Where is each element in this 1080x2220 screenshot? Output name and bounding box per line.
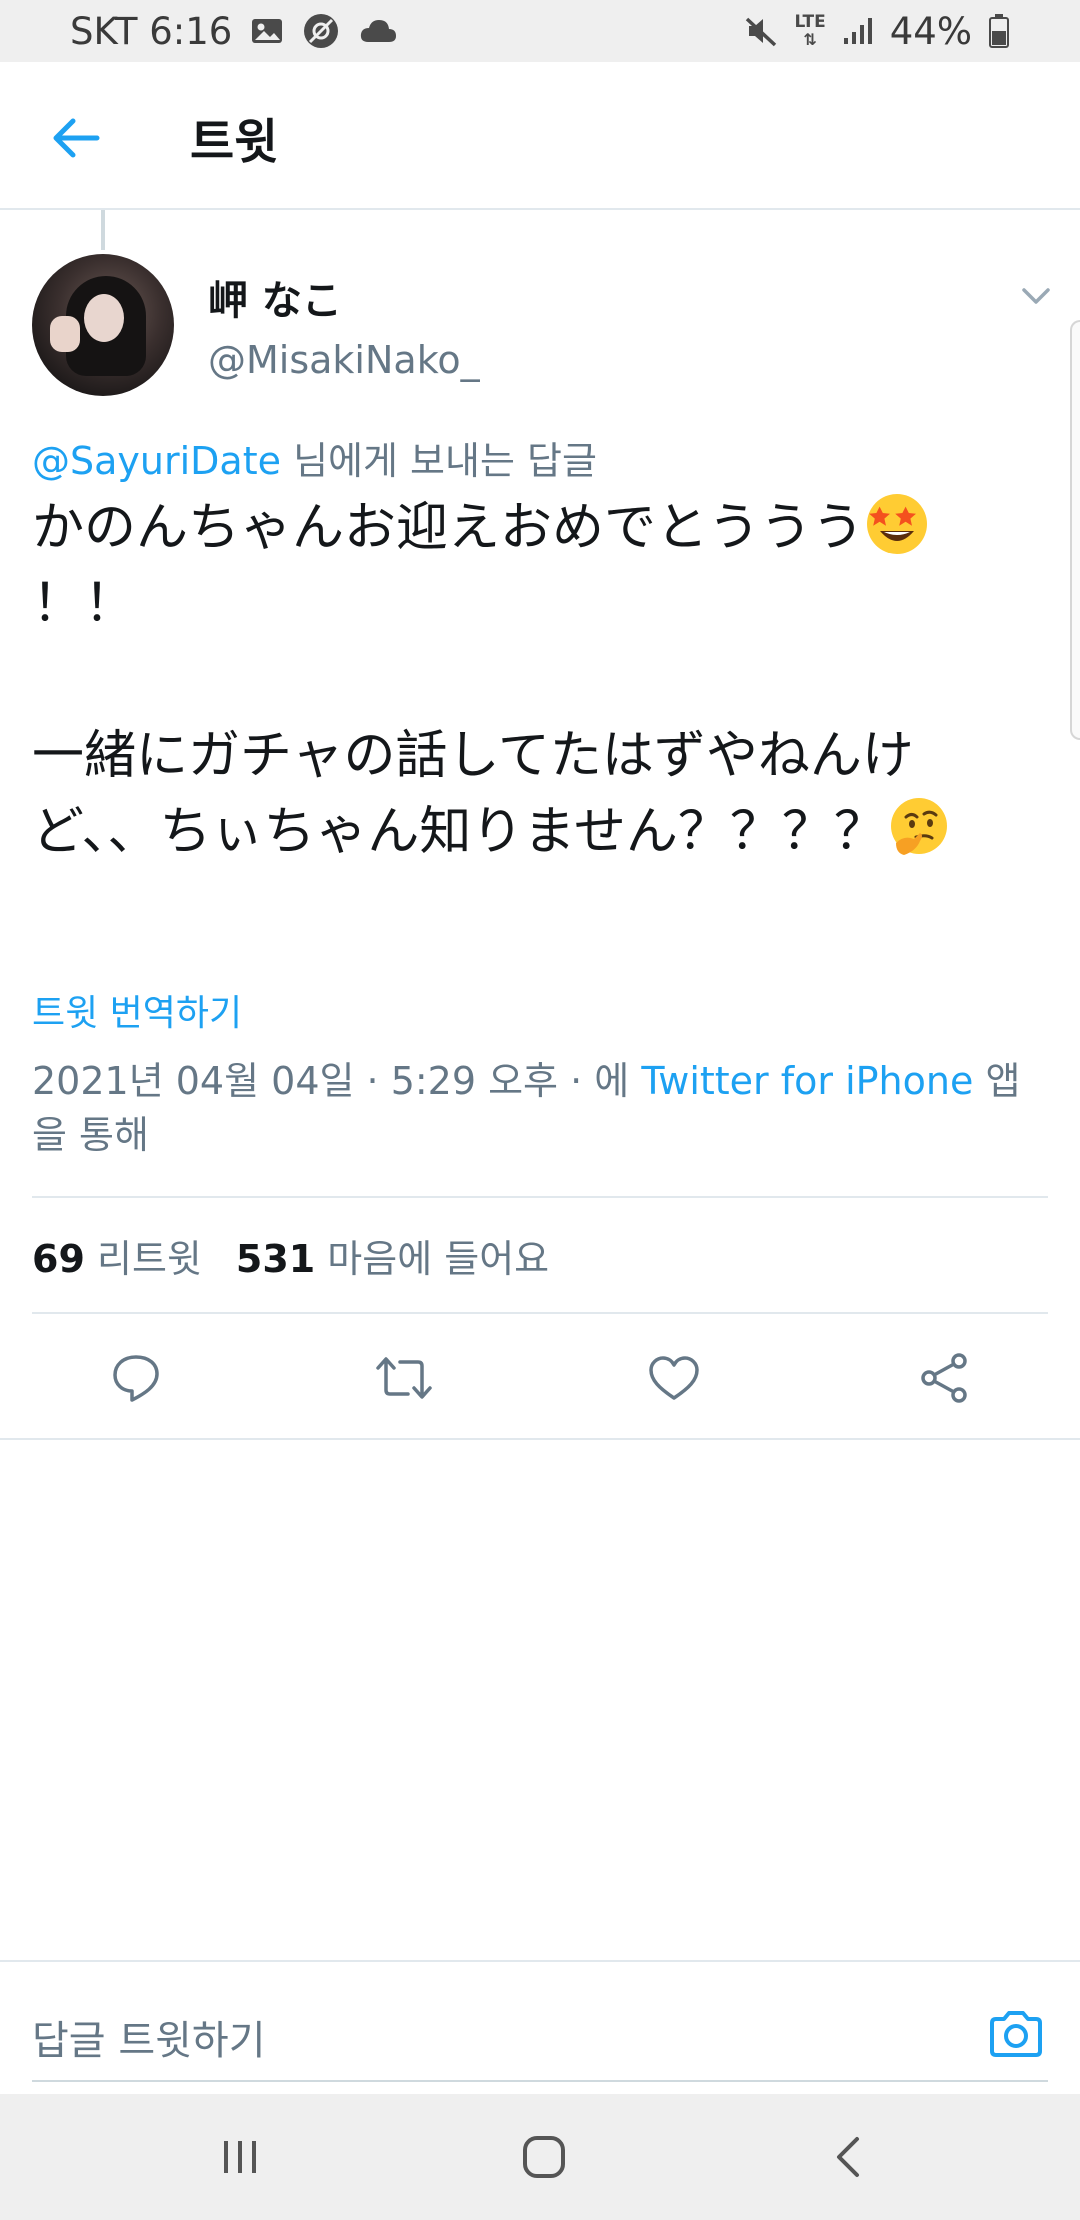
mute-icon <box>743 13 779 49</box>
avatar[interactable] <box>32 254 174 396</box>
home-button[interactable] <box>514 2132 574 2182</box>
like-stat[interactable]: 531 마음에 들어요 <box>236 1228 549 1283</box>
tweet-text-line1: かのんちゃんお迎えおめでとううう <box>32 498 865 558</box>
camera-icon <box>990 2011 1042 2057</box>
network-label: LTE <box>794 12 826 32</box>
gallery-icon <box>250 16 284 46</box>
status-bar: SKT 6:16 LTE ⇅ 44% <box>0 0 1080 62</box>
recent-apps-icon <box>224 2141 256 2173</box>
page-title: 트윗 <box>190 114 279 170</box>
tweet-meta: 2021년 04월 04일 · 5:29 오후 · 에 Twitter for … <box>32 1054 1052 1162</box>
status-carrier-time: SKT 6:16 <box>70 9 233 53</box>
arrow-left-icon <box>53 118 100 158</box>
back-button[interactable] <box>44 106 108 170</box>
reply-input[interactable]: 답글 트윗하기 <box>32 2008 266 2066</box>
scroll-handle[interactable] <box>1070 320 1080 740</box>
heart-icon <box>649 1356 699 1400</box>
reply-mention-link[interactable]: @SayuriDate <box>32 439 281 483</box>
comment-icon <box>113 1355 159 1402</box>
retweet-count: 69 <box>32 1237 85 1281</box>
translate-tweet-link[interactable]: 트윗 번역하기 <box>32 984 242 1036</box>
tweet-stats: 69 리트윗 531 마음에 들어요 <box>32 1228 549 1283</box>
tweet-actions <box>0 1314 1080 1440</box>
reply-to-line: @SayuriDate 님에게 보내는 답글 <box>32 430 597 485</box>
system-nav-bar <box>0 2094 1080 2220</box>
cloud-icon <box>358 16 398 46</box>
battery-icon <box>988 14 1010 48</box>
like-count: 531 <box>235 1237 316 1281</box>
tweet-text-exclaim: ！！ <box>32 574 137 634</box>
home-icon <box>523 2136 565 2178</box>
retweet-button[interactable] <box>372 1346 436 1410</box>
author-handle[interactable]: @MisakiNako_ <box>208 338 480 382</box>
share-button[interactable] <box>912 1346 976 1410</box>
tweet-source-link[interactable]: Twitter for iPhone <box>641 1059 973 1103</box>
reply-composer: 답글 트윗하기 <box>0 1960 1080 2094</box>
signal-icon <box>842 16 874 46</box>
retweet-stat[interactable]: 69 리트윗 <box>32 1228 202 1283</box>
back-nav-button[interactable] <box>818 2132 878 2182</box>
camera-button[interactable] <box>986 2006 1046 2062</box>
thread-connector <box>101 210 105 250</box>
like-button[interactable] <box>642 1346 706 1410</box>
retweet-label: 리트윗 <box>96 1237 202 1281</box>
reply-input-underline <box>32 2080 1048 2082</box>
reply-suffix: 님에게 보내는 답글 <box>281 439 597 483</box>
battery-percent: 44% <box>889 9 972 53</box>
more-options-button[interactable] <box>1016 276 1056 316</box>
tweet-text-line2: 一緒にガチャの話してたはずやねんけど、、ちぃちゃん知りません？？？？ <box>32 726 914 862</box>
chevron-left-icon <box>837 2137 859 2177</box>
camera-off-icon <box>302 12 340 50</box>
author-display-name[interactable]: 岬 なこ <box>208 268 342 326</box>
chevron-down-icon <box>1022 288 1050 304</box>
reply-button[interactable] <box>104 1346 168 1410</box>
lte-icon: LTE ⇅ <box>794 12 826 49</box>
tweet-timestamp: 2021년 04월 04일 · 5:29 오후 · 에 <box>32 1059 642 1103</box>
retweet-icon <box>376 1357 432 1399</box>
like-label: 마음에 들어요 <box>327 1237 550 1281</box>
thinking-face-emoji-icon <box>890 798 947 855</box>
recent-apps-button[interactable] <box>210 2132 270 2182</box>
divider <box>32 1196 1048 1198</box>
top-header: 트윗 <box>0 62 1080 210</box>
star-struck-emoji-icon <box>867 494 928 554</box>
tweet-text: かのんちゃんお迎えおめでとううう ！！ 一緒にガチャの話してたはずやねんけど、、… <box>32 490 1032 870</box>
share-icon <box>921 1353 967 1403</box>
